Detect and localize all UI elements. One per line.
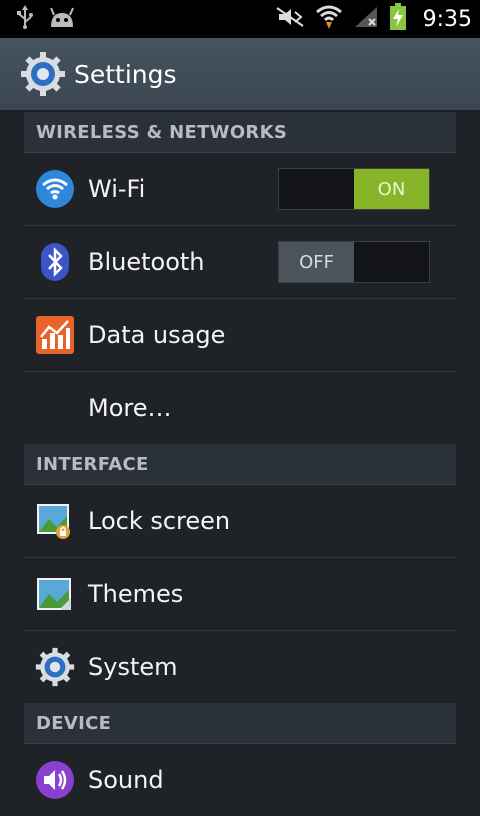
bluetooth-icon — [34, 241, 76, 283]
action-bar: Settings — [0, 38, 480, 112]
wifi-toggle-state: ON — [354, 169, 429, 209]
system-gear-icon — [34, 646, 76, 688]
section-header-wireless: WIRELESS & NETWORKS — [24, 112, 456, 153]
setting-label-data-usage: Data usage — [88, 321, 226, 349]
signal-icon — [353, 5, 379, 33]
bluetooth-toggle-state: OFF — [279, 242, 354, 282]
setting-label-sound: Sound — [88, 766, 164, 794]
settings-gear-icon[interactable] — [20, 51, 66, 97]
status-time: 9:35 — [422, 6, 472, 32]
data-usage-icon — [34, 314, 76, 356]
bluetooth-toggle[interactable]: OFF — [278, 241, 430, 283]
setting-item-data-usage[interactable]: Data usage — [24, 299, 456, 372]
wifi-toggle[interactable]: ON — [278, 168, 430, 210]
themes-icon — [34, 573, 76, 615]
setting-item-bluetooth[interactable]: Bluetooth OFF — [24, 226, 456, 299]
setting-label-themes: Themes — [88, 580, 184, 608]
usb-icon — [16, 5, 34, 33]
setting-item-sound[interactable]: Sound — [24, 744, 456, 816]
setting-item-more[interactable]: More… — [24, 372, 456, 444]
section-header-interface: INTERFACE — [24, 444, 456, 485]
setting-label-more: More… — [88, 394, 172, 422]
sound-icon — [34, 759, 76, 801]
page-title: Settings — [74, 59, 177, 89]
setting-item-themes[interactable]: Themes — [24, 558, 456, 631]
setting-item-wifi[interactable]: Wi-Fi ON — [24, 153, 456, 226]
lock-screen-icon — [34, 500, 76, 542]
android-debug-icon — [48, 5, 76, 33]
setting-label-lock-screen: Lock screen — [88, 507, 231, 535]
setting-label-system: System — [88, 653, 178, 681]
battery-charging-icon — [389, 3, 407, 35]
setting-item-lock-screen[interactable]: Lock screen — [24, 485, 456, 558]
status-bar: 9:35 — [0, 0, 480, 38]
setting-label-bluetooth: Bluetooth — [88, 248, 205, 276]
setting-label-wifi: Wi-Fi — [88, 175, 146, 203]
section-header-device: DEVICE — [24, 703, 456, 744]
wifi-icon — [34, 168, 76, 210]
setting-item-system[interactable]: System — [24, 631, 456, 703]
wifi-icon — [315, 4, 343, 34]
mute-icon — [275, 6, 305, 32]
settings-list[interactable]: WIRELESS & NETWORKS Wi-Fi ON Bluetooth O… — [24, 112, 456, 800]
